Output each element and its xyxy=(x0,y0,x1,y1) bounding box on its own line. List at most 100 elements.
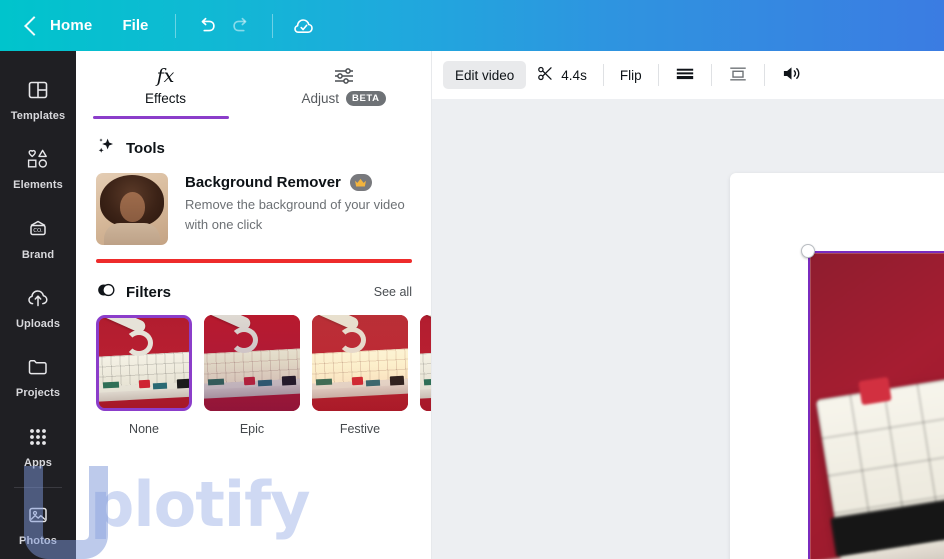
undo-button[interactable] xyxy=(190,9,224,43)
thumb-face xyxy=(120,192,145,222)
volume-icon xyxy=(781,64,802,86)
toolbar-divider-3 xyxy=(710,64,712,86)
canva-video-editor: Home File Templates Elements CO. Brand U… xyxy=(0,0,944,559)
keyboard-preview xyxy=(99,318,189,408)
left-nav-rail: Templates Elements CO. Brand Uploads Pro… xyxy=(0,51,76,559)
transparency-button[interactable] xyxy=(664,59,706,91)
sidebar-item-label: Elements xyxy=(13,179,63,192)
header-divider-1 xyxy=(175,13,177,38)
transparency-icon xyxy=(675,65,695,86)
tools-title: Tools xyxy=(126,139,165,157)
sidebar-item-label: Brand xyxy=(21,248,55,261)
toolbar-divider-2 xyxy=(657,64,659,86)
sidebar-item-projects[interactable]: Projects xyxy=(0,342,76,411)
tab-adjust-label: Adjust xyxy=(301,91,339,106)
tab-effects[interactable]: fx Effects xyxy=(76,51,255,119)
filter-label: Festive xyxy=(339,422,381,436)
keyboard-preview xyxy=(312,315,408,411)
background-remover-description: Remove the background of your video with… xyxy=(185,197,405,232)
fx-icon: fx xyxy=(156,65,175,87)
chevron-left-icon xyxy=(24,15,44,36)
sidebar-item-photos[interactable]: Photos xyxy=(0,490,76,559)
background-remover-title: Background Remover xyxy=(185,174,341,191)
cloud-saved-icon xyxy=(294,18,314,33)
filter-label: Epic xyxy=(239,422,265,436)
flip-button[interactable]: Flip xyxy=(609,59,653,91)
elements-icon xyxy=(25,146,51,172)
video-red-key xyxy=(858,376,892,406)
keyboard-preview xyxy=(204,315,300,411)
projects-icon xyxy=(26,354,50,380)
editor-area: Edit video 4.4s Flip xyxy=(432,51,944,559)
filter-item-epic[interactable]: Epic xyxy=(204,315,300,436)
tools-section-header: Tools xyxy=(76,131,432,165)
background-remover-title-row: Background Remover xyxy=(185,174,412,191)
undo-icon xyxy=(201,17,216,31)
sidebar-item-label: Uploads xyxy=(15,318,61,331)
panel-content: Tools Background Remover Remove the back… xyxy=(76,131,432,436)
selected-video-element[interactable] xyxy=(808,251,944,559)
position-button[interactable] xyxy=(717,59,759,91)
volume-button[interactable] xyxy=(770,59,813,91)
sidebar-item-brand[interactable]: CO. Brand xyxy=(0,204,76,273)
file-menu-button[interactable]: File xyxy=(122,17,148,34)
filter-label: None xyxy=(129,422,159,436)
sparkle-icon xyxy=(96,136,116,161)
crown-icon xyxy=(349,174,372,191)
position-icon xyxy=(728,65,748,86)
rail-divider xyxy=(14,486,62,488)
redo-icon xyxy=(233,17,247,31)
sidebar-item-label: Projects xyxy=(15,387,61,400)
thumb-body xyxy=(104,223,160,245)
scissors-icon xyxy=(537,65,554,85)
filter-thumbnail xyxy=(312,315,408,411)
tab-active-indicator xyxy=(93,116,229,119)
duration-label: 4.4s xyxy=(561,67,587,83)
redo-button[interactable] xyxy=(224,9,258,43)
sidebar-item-label: Templates xyxy=(10,110,66,123)
templates-icon xyxy=(26,77,50,103)
brand-icon: CO. xyxy=(26,216,50,242)
sidebar-item-elements[interactable]: Elements xyxy=(0,134,76,203)
beta-badge: BETA xyxy=(345,90,386,107)
filter-item-none[interactable]: None xyxy=(96,315,192,436)
filters-section-header: Filters See all xyxy=(76,275,432,309)
filters-icon xyxy=(96,280,116,305)
home-label: Home xyxy=(50,17,93,34)
edit-video-button[interactable]: Edit video xyxy=(443,61,527,89)
toolbar-divider-4 xyxy=(763,64,765,86)
photos-icon xyxy=(26,502,50,528)
sidebar-item-label: Photos xyxy=(19,534,57,547)
trim-duration-button[interactable]: 4.4s xyxy=(526,59,598,91)
background-remover-meta: Background Remover Remove the background… xyxy=(185,173,412,245)
sidebar-item-templates[interactable]: Templates xyxy=(0,65,76,134)
see-all-filters-link[interactable]: See all xyxy=(374,285,412,299)
uploads-icon xyxy=(26,285,50,311)
tab-effects-label: Effects xyxy=(144,91,187,106)
panel-tabs: fx Effects Adjust BETA xyxy=(76,51,432,119)
top-header-bar: Home File xyxy=(0,0,944,51)
background-remover-card[interactable]: Background Remover Remove the background… xyxy=(76,165,432,245)
svg-text:CO.: CO. xyxy=(33,228,43,234)
progress-bar xyxy=(96,259,412,263)
filters-list: None Epic Festive xyxy=(76,309,432,436)
video-toolbar: Edit video 4.4s Flip xyxy=(432,51,944,99)
sliders-icon xyxy=(332,64,356,86)
resize-handle-top-left[interactable] xyxy=(801,244,815,258)
filters-title: Filters xyxy=(126,283,172,301)
filter-thumbnail xyxy=(96,315,192,411)
home-button[interactable]: Home xyxy=(0,0,92,51)
cloud-saved-button[interactable] xyxy=(287,9,321,43)
header-divider-2 xyxy=(272,13,274,38)
filter-thumbnail xyxy=(204,315,300,411)
toolbar-divider-1 xyxy=(602,64,604,86)
tab-adjust[interactable]: Adjust BETA xyxy=(255,51,432,119)
apps-icon xyxy=(27,424,49,450)
sidebar-item-uploads[interactable]: Uploads xyxy=(0,273,76,342)
canvas-area[interactable] xyxy=(432,99,944,559)
background-remover-thumbnail xyxy=(96,173,168,245)
sidebar-item-apps[interactable]: Apps xyxy=(0,411,76,480)
effects-panel: fx Effects Adjust BETA Tools Background … xyxy=(76,51,432,559)
sidebar-item-label: Apps xyxy=(24,456,52,469)
filter-item-festive[interactable]: Festive xyxy=(312,315,408,436)
